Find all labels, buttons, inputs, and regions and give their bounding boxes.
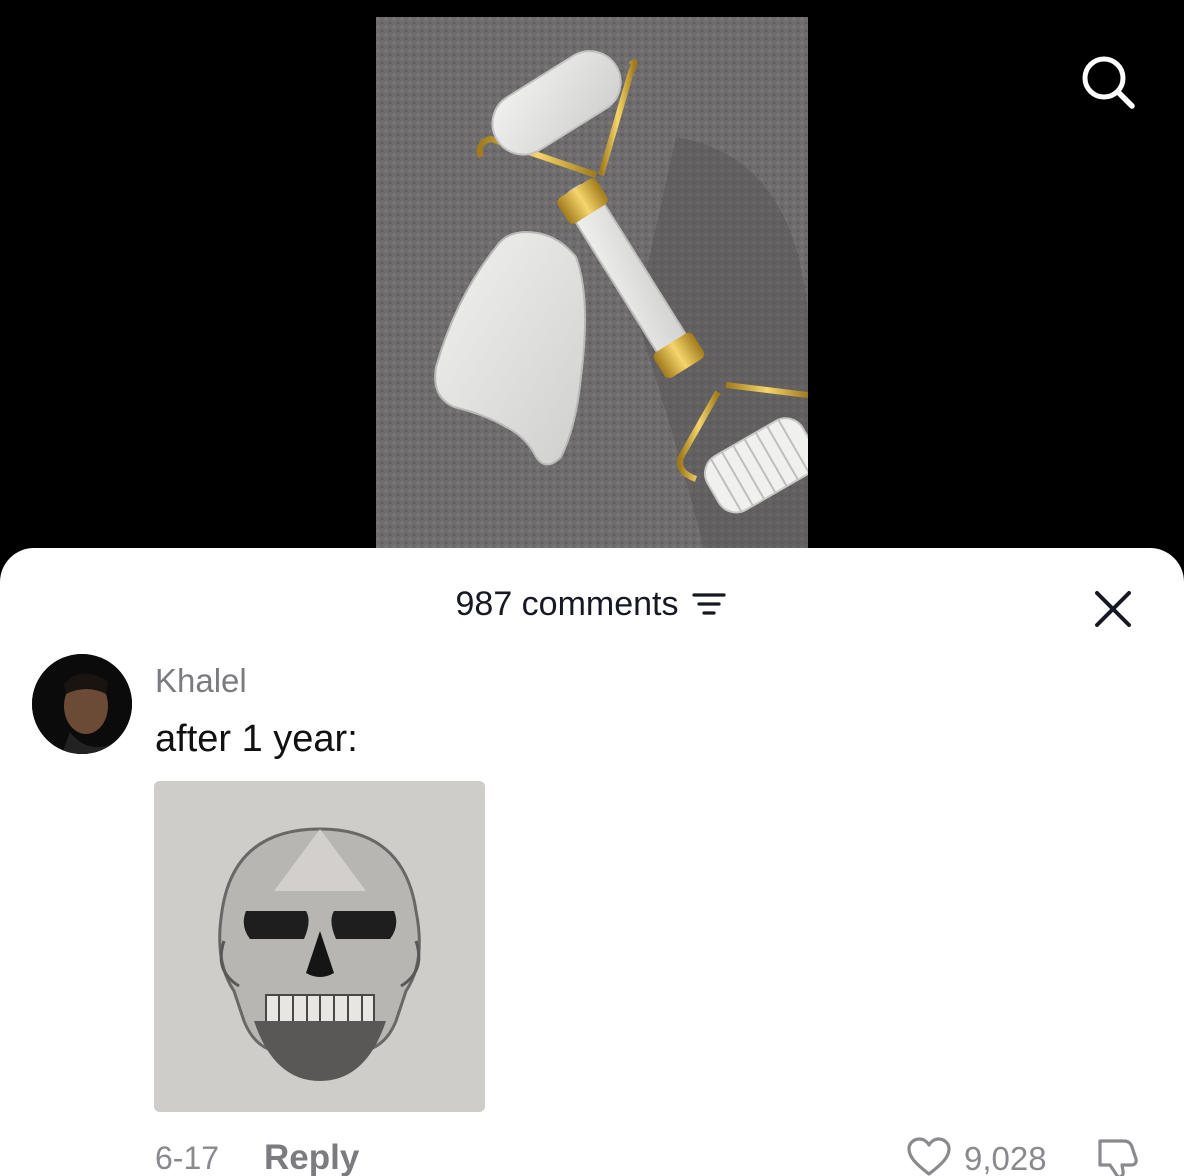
thumbs-down-icon — [1098, 1139, 1138, 1176]
comment-meta: 6-17 Reply 9,028 — [0, 1137, 1184, 1176]
heart-icon — [907, 1137, 951, 1176]
skull-image — [154, 781, 485, 1112]
like-button[interactable] — [905, 1134, 953, 1176]
comment-item: Khalel after 1 year: 6-17 Reply 9,028 — [0, 654, 1184, 1176]
screen: 987 comments Khalel after 1 year: 6-17 R… — [0, 0, 1184, 1176]
close-icon — [1095, 591, 1131, 627]
search-icon — [1082, 56, 1135, 109]
comments-title: 987 comments — [0, 584, 1184, 624]
user-avatar-image — [32, 654, 132, 754]
comment-username[interactable]: Khalel — [155, 662, 247, 700]
jade-roller-photo — [376, 17, 808, 557]
sort-filter-button[interactable] — [689, 584, 729, 624]
like-count: 9,028 — [964, 1140, 1047, 1176]
comment-image[interactable] — [154, 781, 485, 1112]
search-button[interactable] — [1072, 46, 1144, 118]
video-thumbnail[interactable] — [376, 17, 808, 557]
comment-text: after 1 year: — [155, 718, 358, 760]
comments-count: 987 comments — [455, 584, 679, 623]
comments-sheet: 987 comments Khalel after 1 year: 6-17 R… — [0, 548, 1184, 1176]
avatar[interactable] — [32, 654, 132, 754]
reply-button[interactable]: Reply — [264, 1138, 359, 1176]
comment-date: 6-17 — [155, 1140, 220, 1176]
dislike-button[interactable] — [1092, 1134, 1142, 1176]
comments-header: 987 comments — [0, 548, 1184, 660]
close-button[interactable] — [1086, 582, 1140, 636]
filter-icon — [691, 593, 726, 615]
